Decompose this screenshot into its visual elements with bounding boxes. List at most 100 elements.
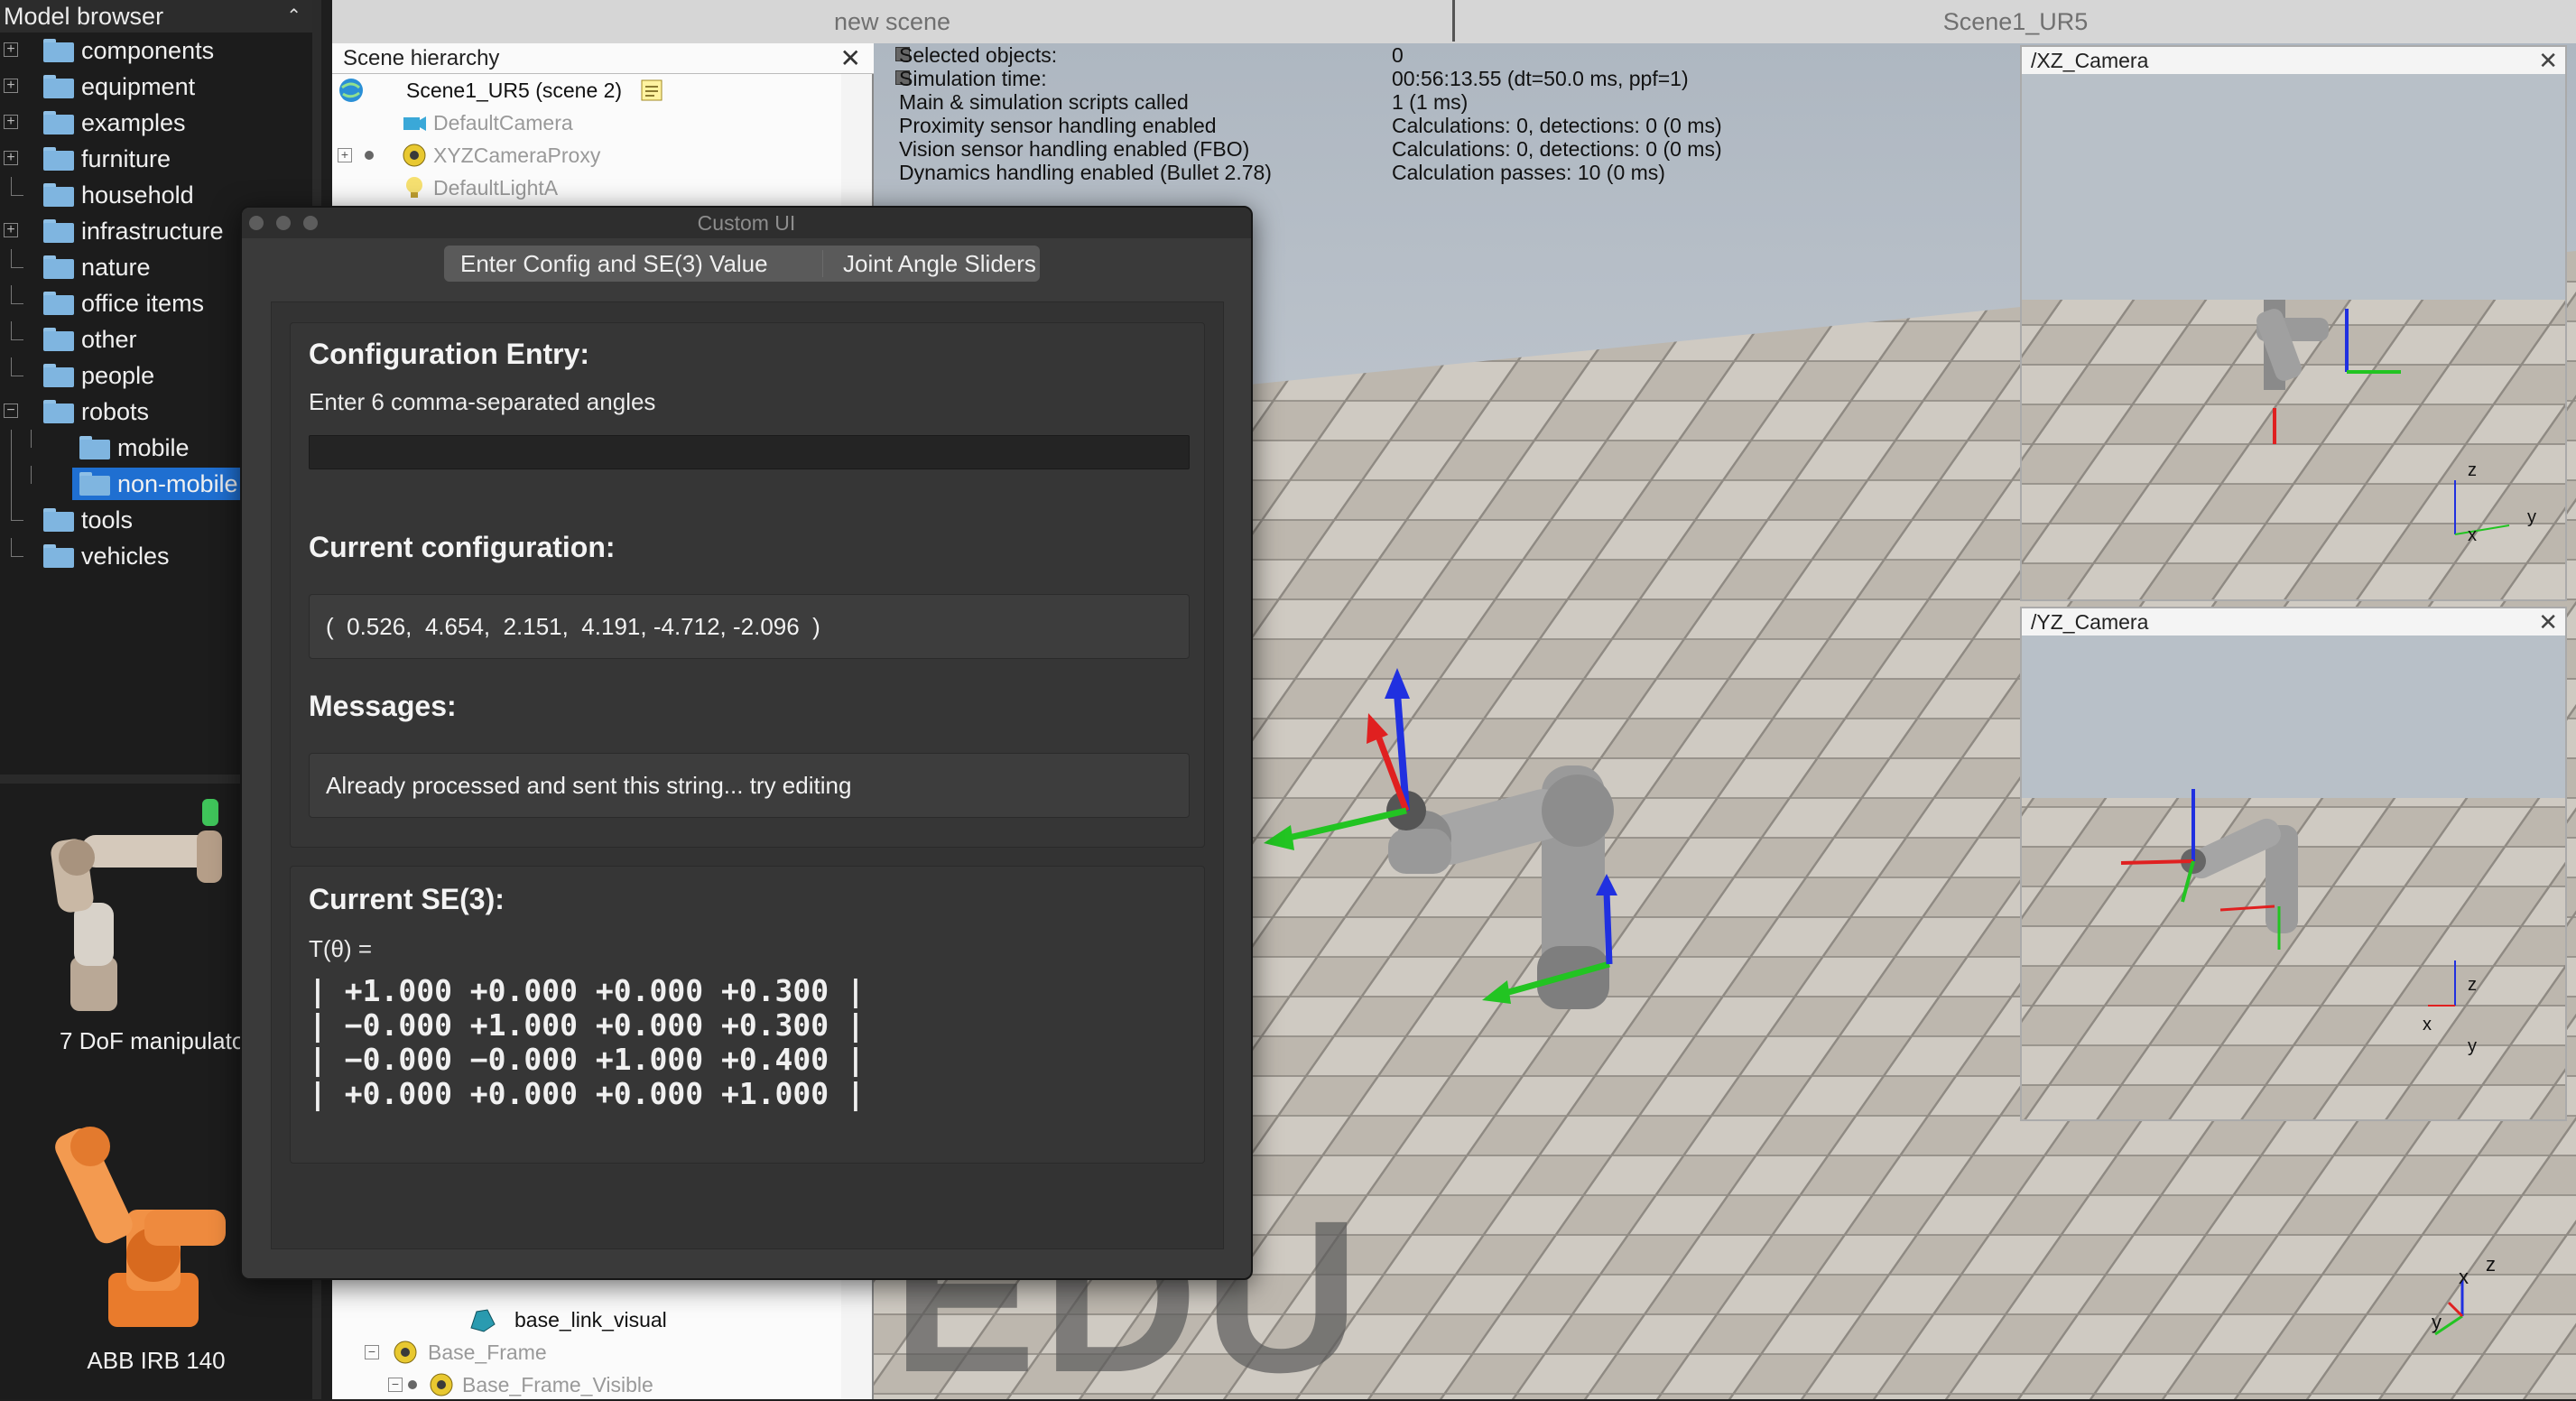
- tree-line: [11, 303, 23, 304]
- info-label: Dynamics handling enabled (Bullet 2.78): [899, 161, 1272, 184]
- expand-icon[interactable]: +: [4, 223, 18, 237]
- dummy-icon: [403, 144, 426, 167]
- current-config-value: ( 0.526, 4.654, 2.151, 4.191, -4.712, -2…: [309, 594, 1190, 659]
- se3-matrix-row: | −0.000 +1.000 +0.000 +0.300 |: [309, 1007, 865, 1043]
- close-icon[interactable]: ✕: [2538, 47, 2558, 74]
- tree-line: [11, 195, 23, 196]
- folder-icon: [43, 183, 74, 207]
- hierarchy-item-label: Base_Frame_Visible: [462, 1373, 653, 1396]
- expand-icon[interactable]: +: [4, 151, 18, 165]
- expand-icon[interactable]: +: [338, 148, 352, 162]
- folder-icon: [43, 364, 74, 387]
- globe-icon: [339, 79, 363, 102]
- collapse-icon[interactable]: −: [388, 1378, 403, 1392]
- tree-line: [11, 267, 23, 268]
- folder-label: office items: [81, 290, 205, 317]
- folder-label: components: [81, 37, 215, 64]
- axis-label-y: y: [2468, 1036, 2477, 1056]
- expand-icon[interactable]: +: [4, 79, 18, 93]
- hierarchy-item-label: DefaultLightA: [433, 176, 559, 199]
- tab-enter-config[interactable]: Enter Config and SE(3) Value: [460, 246, 768, 282]
- hierarchy-item-label: XYZCameraProxy: [433, 144, 601, 167]
- tab-new-scene[interactable]: new scene: [332, 0, 1455, 42]
- info-values: 0 00:56:13.55 (dt=50.0 ms, ppf=1) 1 (1 ms)…: [1392, 43, 1722, 184]
- hierarchy-item-label: Base_Frame: [428, 1341, 547, 1364]
- model-folder-item[interactable]: + furniture: [0, 141, 312, 177]
- messages-heading: Messages:: [309, 690, 457, 722]
- axis-label-x: x: [2468, 525, 2477, 545]
- xz-camera-view[interactable]: /XZ_Camera ✕ z x y: [2020, 45, 2567, 601]
- tree-line: [11, 466, 12, 502]
- folder-label: mobile: [117, 434, 190, 461]
- info-label: Selected objects:: [899, 43, 1058, 67]
- hierarchy-item-label: DefaultCamera: [433, 111, 573, 135]
- folder-label: equipment: [81, 73, 196, 100]
- se3-label: T(θ) =: [309, 935, 373, 962]
- camera-icon: [403, 116, 426, 131]
- folder-label: people: [81, 362, 155, 389]
- axis-label-z: z: [2486, 1253, 2496, 1276]
- model-browser-header[interactable]: Model browser ⌃: [0, 0, 312, 32]
- yz-camera-view[interactable]: /YZ_Camera ✕ z x y: [2020, 607, 2567, 1121]
- folder-label: other: [81, 326, 137, 353]
- tab-content: Configuration Entry: Enter 6 comma-separ…: [271, 302, 1224, 1249]
- script-icon[interactable]: [639, 78, 664, 103]
- tree-line: [11, 538, 12, 556]
- scene-root-label: Scene1_UR5 (scene 2): [406, 79, 623, 102]
- config-entry-heading: Configuration Entry:: [309, 338, 590, 370]
- model-folder-item[interactable]: + equipment: [0, 69, 312, 105]
- scene-hierarchy-header: Scene hierarchy ✕: [332, 43, 874, 74]
- folder-label: household: [81, 181, 194, 209]
- config-angles-input[interactable]: [309, 435, 1190, 469]
- collapse-icon[interactable]: −: [4, 404, 18, 418]
- axis-label-z: z: [2468, 460, 2477, 480]
- info-label: Vision sensor handling enabled (FBO): [899, 137, 1250, 161]
- tab-separator: [822, 250, 823, 277]
- model-folder-item[interactable]: + examples: [0, 105, 312, 141]
- folder-label: nature: [81, 254, 151, 281]
- tree-line: [31, 430, 32, 448]
- expand-icon[interactable]: +: [4, 42, 18, 57]
- info-value: Calculations: 0, detections: 0 (0 ms): [1392, 114, 1722, 137]
- tab-joint-sliders[interactable]: Joint Angle Sliders: [843, 246, 1036, 282]
- thumbnail-label: ABB IRB 140: [87, 1347, 226, 1374]
- yz-camera-titlebar: /YZ_Camera ✕: [2022, 608, 2565, 636]
- collapse-icon[interactable]: ⌃: [286, 0, 301, 32]
- tab-scene1-ur5[interactable]: Scene1_UR5: [1455, 0, 2576, 42]
- folder-icon: [43, 508, 74, 532]
- xz-camera-title: /XZ_Camera: [2031, 49, 2149, 72]
- axis-label-x: x: [2423, 1015, 2432, 1035]
- info-label: Main & simulation scripts called: [899, 90, 1189, 114]
- folder-icon: [43, 111, 74, 135]
- axis-label-y: y: [2527, 507, 2536, 527]
- custom-ui-titlebar[interactable]: Custom UI: [242, 208, 1251, 238]
- dummy-icon: [430, 1373, 453, 1396]
- light-icon: [406, 177, 422, 198]
- tree-line: [11, 430, 12, 466]
- hierarchy-item-label: base_link_visual: [514, 1308, 667, 1331]
- collapse-icon[interactable]: −: [365, 1345, 379, 1359]
- tree-line: [11, 321, 12, 339]
- se3-matrix-row: | −0.000 −0.000 +1.000 +0.400 |: [309, 1042, 865, 1077]
- info-label: Proximity sensor handling enabled: [899, 114, 1217, 137]
- close-icon[interactable]: ✕: [840, 43, 861, 74]
- close-icon[interactable]: ✕: [2538, 608, 2558, 636]
- custom-ui-window: Custom UI Enter Config and SE(3) Value J…: [240, 206, 1253, 1280]
- info-labels: Selected objects: Simulation time: Main & …: [899, 43, 1272, 184]
- expand-icon[interactable]: +: [4, 115, 18, 129]
- custom-ui-title: Custom UI: [697, 211, 796, 235]
- tree-line: [11, 357, 12, 376]
- model-folder-item[interactable]: + components: [0, 32, 312, 69]
- folder-icon: [43, 147, 74, 171]
- info-value: 0: [1392, 43, 1404, 67]
- visibility-dot-icon: [408, 1380, 417, 1389]
- folder-label: vehicles: [81, 543, 170, 570]
- tree-line: [11, 556, 23, 557]
- yz-camera-title: /YZ_Camera: [2031, 610, 2149, 634]
- tree-line: [11, 285, 12, 303]
- axis-label-x: x: [2459, 1266, 2469, 1288]
- folder-icon: [43, 328, 74, 351]
- folder-label: infrastructure: [81, 218, 224, 245]
- info-value: Calculation passes: 10 (0 ms): [1392, 161, 1665, 184]
- visibility-dot-icon: [365, 151, 374, 160]
